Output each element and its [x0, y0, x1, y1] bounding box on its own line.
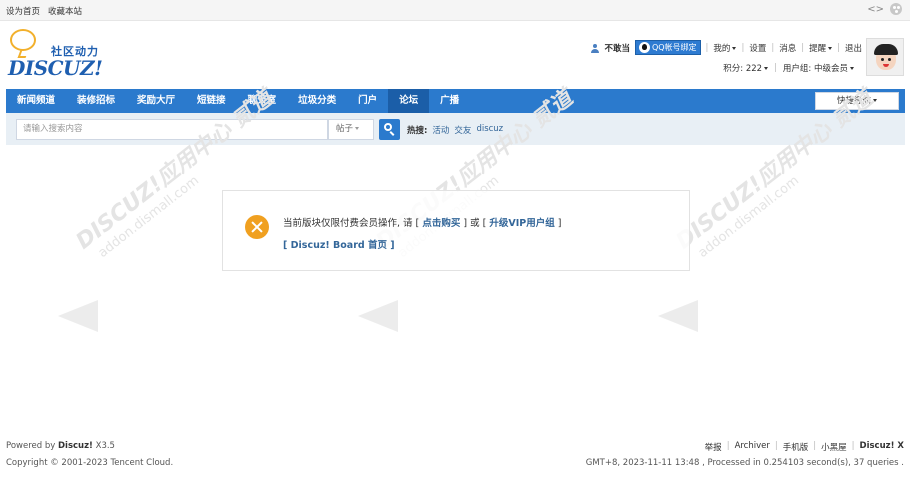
hot-search-item[interactable]: discuz [476, 124, 503, 136]
search-input[interactable]: 请输入搜索内容 [16, 119, 328, 140]
nav-item[interactable]: 奖励大厅 [126, 89, 186, 113]
archiver-link[interactable]: Archiver [735, 441, 770, 453]
nav-item[interactable]: 新闻频道 [6, 89, 66, 113]
user-menu: 不敢当 QQ帐号绑定 | 我的 | 设置 | 消息 | 提醒 | 退出 [591, 40, 862, 55]
nav-item[interactable]: 短链接 [186, 89, 237, 113]
chevron-down-icon [764, 67, 769, 70]
avatar[interactable] [866, 38, 904, 76]
qq-penguin-icon [638, 42, 650, 53]
chevron-down-icon [850, 67, 854, 70]
hot-search-item[interactable]: 活动 [432, 124, 449, 136]
search-type-select[interactable]: 帖子 [328, 119, 374, 140]
watermark-arrow-icon [658, 300, 698, 332]
search-bar: 请输入搜索内容 帖子 热搜: 活动 交友 discuz [6, 113, 905, 145]
discuz-link[interactable]: Discuz! [58, 441, 93, 451]
set-home-link[interactable]: 设为首页 [6, 5, 40, 17]
nav-item[interactable]: 垃圾分类 [287, 89, 347, 113]
messages-link[interactable]: 消息 [779, 42, 796, 54]
chevron-down-icon [732, 46, 737, 50]
footer-links: 举报 | Archiver | 手机版 | 小黑屋 | Discuz! X [704, 441, 904, 453]
site-logo[interactable]: 社区动力 DISCUZ! [8, 27, 118, 80]
usergroup-menu[interactable]: 用户组: 中级会员 [783, 62, 854, 74]
top-links: 设为首页 收藏本站 [6, 5, 82, 17]
processing-stats: GMT+8, 2023-11-11 13:48 , Processed in 0… [585, 458, 904, 468]
buy-link[interactable]: 点击购买 [422, 218, 460, 229]
my-menu[interactable]: 我的 [713, 42, 737, 54]
upgrade-vip-link[interactable]: 升级VIP用户组 [489, 218, 554, 229]
report-link[interactable]: 举报 [705, 441, 722, 453]
search-button[interactable] [379, 119, 400, 140]
points-menu[interactable]: 积分: 222 [723, 62, 769, 74]
bookmark-link[interactable]: 收藏本站 [48, 5, 82, 17]
watermark-arrow-icon [358, 300, 398, 332]
message-box: 当前版块仅限付费会员操作, 请 [ 点击购买 ] 或 [ 升级VIP用户组 ] … [222, 190, 690, 271]
username-link[interactable]: 不敢当 [604, 42, 630, 54]
blacklist-link[interactable]: 小黑屋 [821, 441, 847, 453]
nav-item[interactable]: 聊天室 [237, 89, 288, 113]
nav-item[interactable]: 论坛 [388, 89, 430, 113]
search-icon [384, 123, 392, 131]
quick-nav-button[interactable]: 快捷导航 [815, 92, 899, 110]
user-stats: 积分: 222 | 用户组: 中级会员 [723, 62, 854, 74]
watermark-arrow-icon [58, 300, 98, 332]
mobile-link[interactable]: 手机版 [783, 441, 809, 453]
logout-link[interactable]: 退出 [845, 42, 862, 54]
watermark: DISCUZ!应用中心 贰道 addon.dismall.com [658, 86, 888, 360]
logo-text: DISCUZ! [8, 56, 103, 80]
board-home-link[interactable]: [ Discuz! Board 首页 ] [283, 237, 395, 251]
powered-by: Powered by Discuz! X3.5 [6, 441, 115, 451]
user-icon [591, 43, 600, 53]
nav-item[interactable]: 广播 [429, 89, 470, 113]
nav-item[interactable]: 装修招标 [66, 89, 126, 113]
width-toggle-icon[interactable]: <> [867, 4, 884, 15]
hot-search: 热搜: 活动 交友 discuz [407, 124, 503, 136]
nav-list: 新闻频道 装修招标 奖励大厅 短链接 聊天室 垃圾分类 门户 论坛 广播 [6, 89, 905, 113]
main-nav: 新闻频道 装修招标 奖励大厅 短链接 聊天室 垃圾分类 门户 论坛 广播 快捷导航 [6, 89, 905, 113]
top-right-tools: <> [867, 3, 902, 15]
chevron-down-icon [873, 99, 877, 102]
top-bar: 设为首页 收藏本站 <> [0, 0, 910, 21]
chevron-down-icon [828, 46, 833, 50]
qq-bind-label: QQ帐号绑定 [651, 43, 697, 52]
copyright: Copyright © 2001-2023 Tencent Cloud. [6, 458, 174, 468]
error-icon [245, 215, 269, 239]
remind-menu[interactable]: 提醒 [809, 42, 833, 54]
qq-bind-button[interactable]: QQ帐号绑定 [634, 40, 701, 55]
settings-link[interactable]: 设置 [749, 42, 766, 54]
hot-search-label: 热搜: [407, 126, 428, 136]
hot-search-item[interactable]: 交友 [454, 124, 471, 136]
palette-icon[interactable] [890, 3, 902, 15]
speech-bubble-icon [10, 29, 36, 51]
discuz-x-link[interactable]: Discuz! X [860, 441, 904, 453]
chevron-down-icon [355, 127, 360, 130]
nav-item[interactable]: 门户 [347, 89, 388, 113]
message-text: 当前版块仅限付费会员操作, 请 [ 点击购买 ] 或 [ 升级VIP用户组 ] [283, 218, 562, 229]
